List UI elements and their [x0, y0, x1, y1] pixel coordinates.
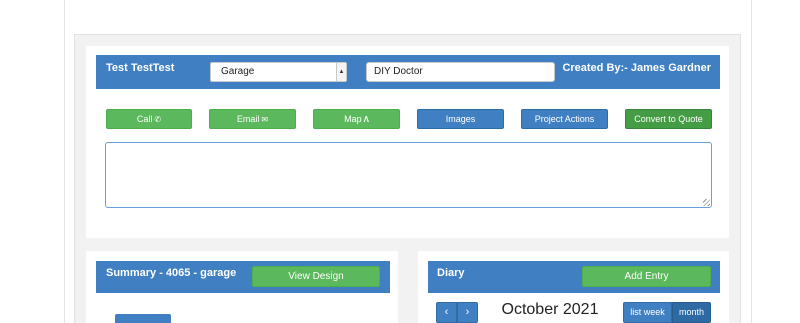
- list-week-view-label: list week: [630, 307, 665, 317]
- images-button-label: Images: [445, 114, 476, 124]
- calendar-next-button[interactable]: ›: [457, 302, 478, 323]
- month-view-label: month: [678, 307, 704, 317]
- calendar-prev-button[interactable]: ‹: [436, 302, 457, 323]
- source-input-value: DIY Doctor: [374, 66, 423, 77]
- month-view-button[interactable]: month: [672, 302, 711, 323]
- convert-to-quote-button[interactable]: Convert to Quote: [625, 109, 712, 129]
- email-button-label: Email: [236, 114, 260, 124]
- images-button[interactable]: Images: [417, 109, 504, 129]
- customer-name: Test TestTest: [106, 62, 175, 74]
- envelope-icon: ✉: [261, 115, 269, 124]
- source-input[interactable]: DIY Doctor: [366, 62, 555, 82]
- summary-action-button[interactable]: [115, 314, 171, 323]
- resize-handle-icon[interactable]: [703, 199, 710, 206]
- email-button[interactable]: Email ✉: [209, 109, 296, 129]
- add-entry-button-label: Add Entry: [624, 271, 669, 282]
- room-select[interactable]: Garage ▲: [210, 62, 347, 82]
- view-design-button-label: View Design: [288, 271, 344, 282]
- phone-icon: ✆: [154, 115, 162, 124]
- chevron-left-icon: ‹: [444, 306, 449, 318]
- call-button-label: Call: [136, 114, 153, 124]
- road-icon: Λ: [363, 115, 369, 124]
- dropdown-arrow-icon[interactable]: ▲: [336, 63, 346, 81]
- summary-title: Summary - 4065 - garage: [106, 267, 237, 279]
- call-button[interactable]: Call ✆: [106, 109, 192, 129]
- convert-to-quote-button-label: Convert to Quote: [634, 114, 703, 124]
- map-button[interactable]: Map Λ: [313, 109, 400, 129]
- view-design-button[interactable]: View Design: [252, 266, 380, 287]
- project-actions-button[interactable]: Project Actions: [521, 109, 608, 129]
- list-week-view-button[interactable]: list week: [623, 302, 672, 323]
- room-select-value: Garage: [221, 66, 255, 77]
- add-entry-button[interactable]: Add Entry: [582, 266, 711, 287]
- diary-title: Diary: [437, 267, 465, 279]
- created-by-label: Created By:- James Gardner: [562, 62, 711, 74]
- notes-textarea[interactable]: [105, 142, 712, 208]
- calendar-title: October 2021: [501, 301, 599, 318]
- project-actions-button-label: Project Actions: [534, 114, 595, 124]
- chevron-right-icon: ›: [465, 306, 470, 318]
- map-button-label: Map: [344, 114, 362, 124]
